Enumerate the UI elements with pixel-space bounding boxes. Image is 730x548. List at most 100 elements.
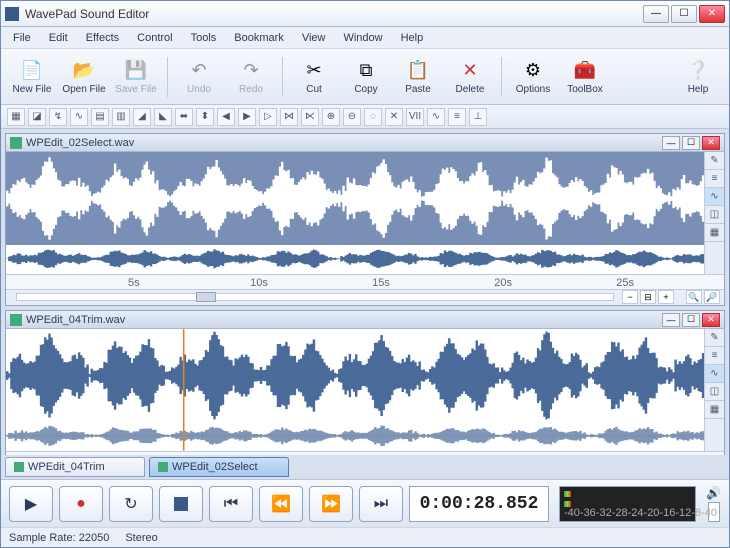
side-tool[interactable]: ◫ bbox=[705, 383, 724, 401]
zoom-fit-button[interactable]: 🔍 bbox=[686, 290, 702, 304]
undo-icon: ↶ bbox=[187, 58, 211, 82]
play-button[interactable]: ▶ bbox=[9, 486, 53, 522]
tool-button[interactable]: ↯ bbox=[49, 108, 67, 126]
maximize-child-button[interactable]: ☐ bbox=[682, 313, 700, 327]
minimize-child-button[interactable]: — bbox=[662, 313, 680, 327]
menu-tools[interactable]: Tools bbox=[183, 30, 225, 46]
tool-button[interactable]: ⊖ bbox=[343, 108, 361, 126]
side-tool[interactable]: ≡ bbox=[705, 347, 724, 365]
zoom-controls: − ⊟ + 🔍 🔎 bbox=[6, 289, 724, 305]
waveform-canvas[interactable] bbox=[6, 329, 704, 451]
skip-start-button[interactable]: ⏮ bbox=[209, 486, 253, 522]
tool-button[interactable]: ◌ bbox=[364, 108, 382, 126]
close-child-button[interactable]: ✕ bbox=[702, 136, 720, 150]
paste-button[interactable]: 📋Paste bbox=[393, 53, 443, 101]
side-tool[interactable]: ✎ bbox=[705, 152, 724, 170]
side-tool[interactable]: ∿ bbox=[705, 365, 724, 383]
tool-button[interactable]: ⋈ bbox=[280, 108, 298, 126]
delete-icon: ✕ bbox=[458, 58, 482, 82]
tab-file-2[interactable]: WPEdit_02Select bbox=[149, 457, 289, 477]
menu-view[interactable]: View bbox=[294, 30, 334, 46]
waveform-canvas[interactable] bbox=[6, 152, 704, 274]
time-ruler[interactable]: 5s 10s 15s 20s 25s bbox=[6, 274, 724, 289]
waveform-titlebar[interactable]: WPEdit_04Trim.wav — ☐ ✕ bbox=[6, 311, 724, 329]
tool-button[interactable]: ≡ bbox=[448, 108, 466, 126]
file-icon bbox=[158, 462, 168, 472]
side-tool[interactable]: ∿ bbox=[705, 188, 724, 206]
minimize-button[interactable]: — bbox=[643, 5, 669, 23]
tool-button[interactable]: ▶ bbox=[238, 108, 256, 126]
open-file-button[interactable]: 📂Open File bbox=[59, 53, 109, 101]
help-button[interactable]: ❔Help bbox=[673, 53, 723, 101]
tool-button[interactable]: ⬌ bbox=[175, 108, 193, 126]
menu-control[interactable]: Control bbox=[129, 30, 180, 46]
side-tool[interactable]: ▦ bbox=[705, 401, 724, 419]
tool-button[interactable]: ⊥ bbox=[469, 108, 487, 126]
menu-help[interactable]: Help bbox=[393, 30, 432, 46]
forward-button[interactable]: ⏩ bbox=[309, 486, 353, 522]
toolbar-separator bbox=[501, 57, 502, 97]
scroll-track[interactable] bbox=[16, 293, 614, 301]
close-button[interactable]: ✕ bbox=[699, 5, 725, 23]
rewind-button[interactable]: ⏪ bbox=[259, 486, 303, 522]
maximize-child-button[interactable]: ☐ bbox=[682, 136, 700, 150]
tool-button[interactable]: ⋉ bbox=[301, 108, 319, 126]
tool-button[interactable]: ⬍ bbox=[196, 108, 214, 126]
tool-button[interactable]: ∿ bbox=[427, 108, 445, 126]
tool-button[interactable]: ▦ bbox=[7, 108, 25, 126]
time-ruler[interactable]: 5s 10s 15s bbox=[6, 451, 724, 455]
stop-button[interactable] bbox=[159, 486, 203, 522]
open-file-icon: 📂 bbox=[72, 58, 96, 82]
waveform-side-tools: ✎ ≡ ∿ ◫ ▦ bbox=[704, 329, 724, 451]
tool-button[interactable]: ⊕ bbox=[322, 108, 340, 126]
loop-button[interactable]: ↻ bbox=[109, 486, 153, 522]
redo-button[interactable]: ↷Redo bbox=[226, 53, 276, 101]
tool-button[interactable]: ∿ bbox=[70, 108, 88, 126]
tool-button[interactable]: VII bbox=[406, 108, 424, 126]
tool-button[interactable]: ◢ bbox=[133, 108, 151, 126]
workspace: WPEdit_02Select.wav — ☐ ✕ bbox=[1, 129, 729, 455]
side-tool[interactable]: ≡ bbox=[705, 170, 724, 188]
cut-button[interactable]: ✂Cut bbox=[289, 53, 339, 101]
menu-bookmark[interactable]: Bookmark bbox=[226, 30, 292, 46]
waveform-titlebar[interactable]: WPEdit_02Select.wav — ☐ ✕ bbox=[6, 134, 724, 152]
maximize-button[interactable]: ☐ bbox=[671, 5, 697, 23]
menu-file[interactable]: File bbox=[5, 30, 39, 46]
tool-button[interactable]: ✕ bbox=[385, 108, 403, 126]
side-tool[interactable]: ✎ bbox=[705, 329, 724, 347]
side-tool[interactable]: ▦ bbox=[705, 224, 724, 242]
zoom-out-button[interactable]: − bbox=[622, 290, 638, 304]
scroll-thumb[interactable] bbox=[196, 292, 216, 302]
status-channels: Stereo bbox=[125, 532, 157, 544]
titlebar[interactable]: WavePad Sound Editor — ☐ ✕ bbox=[1, 1, 729, 27]
options-button[interactable]: ⚙Options bbox=[508, 53, 558, 101]
menu-effects[interactable]: Effects bbox=[78, 30, 127, 46]
tool-button[interactable]: ▥ bbox=[112, 108, 130, 126]
waveform-body: ✎ ≡ ∿ ◫ ▦ bbox=[6, 152, 724, 274]
close-child-button[interactable]: ✕ bbox=[702, 313, 720, 327]
tool-button[interactable]: ◪ bbox=[28, 108, 46, 126]
copy-button[interactable]: ⧉Copy bbox=[341, 53, 391, 101]
tool-button[interactable]: ◀ bbox=[217, 108, 235, 126]
zoom-slider[interactable]: ⊟ bbox=[640, 290, 656, 304]
transport-bar: ▶ ● ↻ ⏮ ⏪ ⏩ ⏭ 0:00:28.852 -40 -36 -32 -2… bbox=[1, 479, 729, 527]
zoom-sel-button[interactable]: 🔎 bbox=[704, 290, 720, 304]
delete-button[interactable]: ✕Delete bbox=[445, 53, 495, 101]
menu-window[interactable]: Window bbox=[335, 30, 390, 46]
save-file-button[interactable]: 💾Save File bbox=[111, 53, 161, 101]
new-file-button[interactable]: 📄New File bbox=[7, 53, 57, 101]
record-button[interactable]: ● bbox=[59, 486, 103, 522]
menu-edit[interactable]: Edit bbox=[41, 30, 76, 46]
tool-button[interactable]: ▤ bbox=[91, 108, 109, 126]
tool-button[interactable]: ◣ bbox=[154, 108, 172, 126]
tab-file-1[interactable]: WPEdit_04Trim bbox=[5, 457, 145, 477]
file-icon bbox=[14, 462, 24, 472]
tool-button[interactable]: ▷ bbox=[259, 108, 277, 126]
minimize-child-button[interactable]: — bbox=[662, 136, 680, 150]
toolbar-separator bbox=[167, 57, 168, 97]
toolbox-button[interactable]: 🧰ToolBox bbox=[560, 53, 610, 101]
undo-button[interactable]: ↶Undo bbox=[174, 53, 224, 101]
side-tool[interactable]: ◫ bbox=[705, 206, 724, 224]
zoom-in-button[interactable]: + bbox=[658, 290, 674, 304]
skip-end-button[interactable]: ⏭ bbox=[359, 486, 403, 522]
